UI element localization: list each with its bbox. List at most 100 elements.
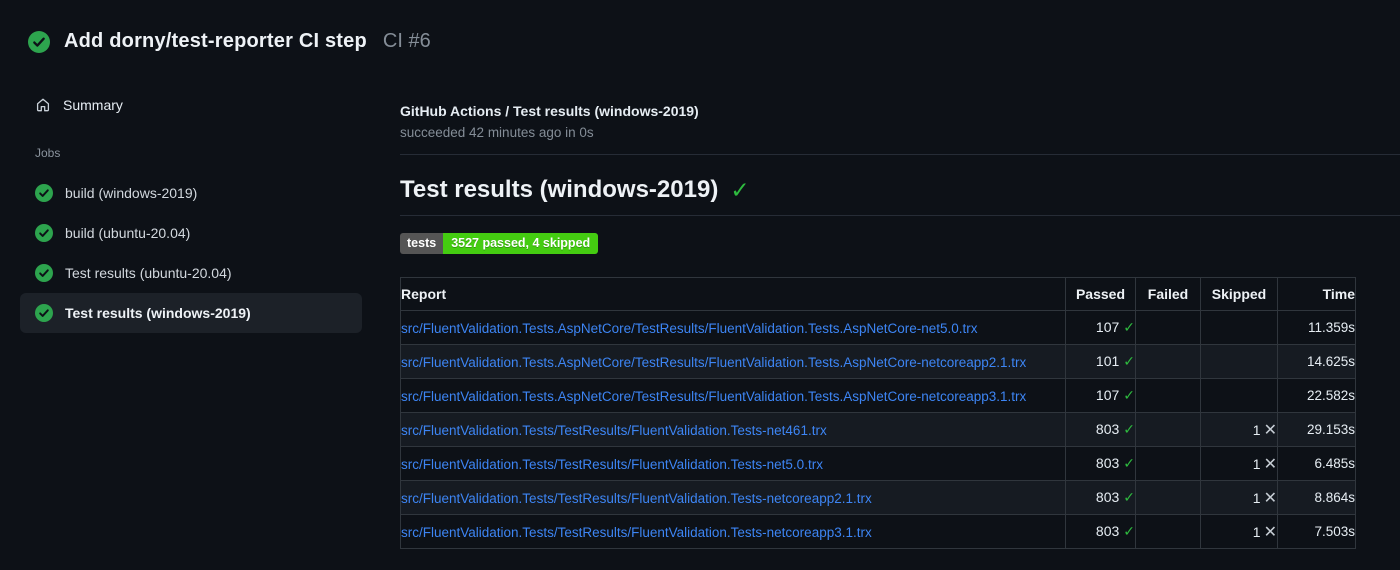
column-header-time: Time [1277,277,1356,311]
table-row: src/FluentValidation.Tests/TestResults/F… [400,412,1356,447]
job-success-icon [35,304,53,322]
job-label: build (ubuntu-20.04) [65,225,191,241]
page: Add dorny/test-reporter CI step CI #6 Su… [0,0,1400,570]
job-success-icon [35,224,53,242]
report-link[interactable]: src/FluentValidation.Tests/TestResults/F… [402,491,872,506]
report-link[interactable]: src/FluentValidation.Tests.AspNetCore/Te… [402,389,1027,404]
check-icon: ✓ [1123,489,1135,505]
failed-cell [1135,378,1201,413]
report-cell: src/FluentValidation.Tests.AspNetCore/Te… [400,378,1066,413]
time-cell: 22.582s [1277,378,1356,413]
time-cell: 8.864s [1277,480,1356,515]
skipped-cell: ✕ [1200,378,1278,413]
check-icon: ✓ [730,176,750,203]
job-success-icon [35,264,53,282]
table-row: src/FluentValidation.Tests.AspNetCore/Te… [400,378,1356,413]
failed-cell [1135,344,1201,379]
main-content: GitHub Actions / Test results (windows-2… [400,0,1400,549]
check-run-title: GitHub Actions / Test results (windows-2… [400,103,699,119]
check-icon: ✓ [1123,353,1135,369]
job-label: Test results (ubuntu-20.04) [65,265,232,281]
check-icon: ✓ [1123,387,1135,403]
passed-count: 107 [1095,387,1120,403]
report-cell: src/FluentValidation.Tests/TestResults/F… [400,480,1066,515]
skipped-cell: ✕ [1200,344,1278,379]
skipped-cell: 1 ✕ [1200,514,1278,549]
sidebar-item-test-results-windows-2019[interactable]: Test results (windows-2019) [20,293,362,333]
table-row: src/FluentValidation.Tests/TestResults/F… [400,514,1356,549]
job-list: build (windows-2019) build (ubuntu-20.04… [20,173,362,333]
passed-count: 803 [1095,523,1120,539]
sidebar: Summary Jobs build (windows-2019) build … [20,0,362,333]
report-link[interactable]: src/FluentValidation.Tests/TestResults/F… [402,457,823,472]
test-results-table: Report Passed Failed Skipped Time src/Fl… [400,277,1356,549]
passed-count: 803 [1095,455,1120,471]
job-label: Test results (windows-2019) [65,305,251,321]
section-title: Test results (windows-2019) [400,176,719,203]
time-cell: 6.485s [1277,446,1356,481]
cross-icon: ✕ [1263,489,1277,507]
failed-cell [1135,412,1201,447]
home-icon [36,98,50,112]
column-header-passed: Passed [1065,277,1136,311]
job-success-icon [35,184,53,202]
table-row: src/FluentValidation.Tests/TestResults/F… [400,446,1356,481]
skipped-count: 1 [1252,455,1261,472]
passed-cell: 803 ✓ [1065,412,1136,447]
sidebar-item-summary[interactable]: Summary [20,92,362,118]
report-link[interactable]: src/FluentValidation.Tests/TestResults/F… [402,525,872,540]
sidebar-summary-label: Summary [63,97,123,113]
passed-cell: 101 ✓ [1065,344,1136,379]
table-row: src/FluentValidation.Tests.AspNetCore/Te… [400,344,1356,379]
sidebar-item-test-results-ubuntu-2004[interactable]: Test results (ubuntu-20.04) [20,253,362,293]
cross-icon: ✕ [1263,421,1277,439]
report-cell: src/FluentValidation.Tests/TestResults/F… [400,412,1066,447]
skipped-cell: 1 ✕ [1200,480,1278,515]
failed-cell [1135,514,1201,549]
passed-count: 107 [1095,319,1120,335]
passed-count: 101 [1095,353,1120,369]
sidebar-item-build-ubuntu-2004[interactable]: build (ubuntu-20.04) [20,213,362,253]
badge-value: 3527 passed, 4 skipped [443,233,599,254]
skipped-count: 1 [1252,421,1261,438]
cross-icon: ✕ [1263,455,1277,473]
report-link[interactable]: src/FluentValidation.Tests.AspNetCore/Te… [402,321,978,336]
check-icon: ✓ [1123,523,1135,539]
skipped-cell: 1 ✕ [1200,446,1278,481]
time-cell: 11.359s [1277,310,1356,345]
skipped-count: 1 [1252,523,1261,540]
passed-cell: 803 ✓ [1065,480,1136,515]
skipped-cell: ✕ [1200,310,1278,345]
check-icon: ✓ [1123,319,1135,335]
passed-count: 803 [1095,489,1120,505]
job-label: build (windows-2019) [65,185,198,201]
time-cell: 14.625s [1277,344,1356,379]
tests-badge: tests 3527 passed, 4 skipped [400,233,599,254]
column-header-failed: Failed [1135,277,1201,311]
check-icon: ✓ [1123,455,1135,471]
failed-cell [1135,480,1201,515]
cross-icon: ✕ [1263,523,1277,541]
report-cell: src/FluentValidation.Tests/TestResults/F… [400,514,1066,549]
divider [400,215,1400,216]
check-icon: ✓ [1123,421,1135,437]
column-header-report: Report [400,277,1066,311]
table-row: src/FluentValidation.Tests.AspNetCore/Te… [400,310,1356,345]
report-cell: src/FluentValidation.Tests.AspNetCore/Te… [400,344,1066,379]
passed-cell: 803 ✓ [1065,446,1136,481]
section-title-row: Test results (windows-2019) ✓ [400,176,1400,204]
skipped-count: 1 [1252,489,1261,506]
sidebar-item-build-windows-2019[interactable]: build (windows-2019) [20,173,362,213]
jobs-section-label: Jobs [35,146,61,160]
report-link[interactable]: src/FluentValidation.Tests/TestResults/F… [402,423,827,438]
report-cell: src/FluentValidation.Tests/TestResults/F… [400,446,1066,481]
passed-cell: 107 ✓ [1065,378,1136,413]
check-run-status: succeeded 42 minutes ago in 0s [400,125,594,140]
table-row: src/FluentValidation.Tests/TestResults/F… [400,480,1356,515]
report-cell: src/FluentValidation.Tests.AspNetCore/Te… [400,310,1066,345]
failed-cell [1135,446,1201,481]
time-cell: 29.153s [1277,412,1356,447]
skipped-cell: 1 ✕ [1200,412,1278,447]
report-link[interactable]: src/FluentValidation.Tests.AspNetCore/Te… [402,355,1027,370]
divider [400,154,1400,155]
